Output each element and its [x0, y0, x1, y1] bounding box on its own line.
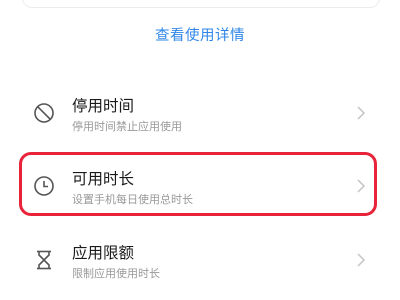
screen-time-limit-subtitle: 设置手机每日使用总时长 — [72, 193, 193, 206]
app-limits-title: 应用限额 — [72, 244, 135, 262]
list-item-downtime[interactable]: 停用时间 停用时间禁止应用使用 — [22, 85, 378, 141]
list-item-app-limits[interactable]: 应用限额 限制应用使用时长 — [22, 232, 378, 288]
chevron-right-icon — [356, 105, 366, 121]
top-card — [22, 0, 380, 8]
app-limits-subtitle: 限制应用使用时长 — [72, 267, 160, 280]
chevron-right-icon — [356, 178, 366, 194]
hourglass-icon — [32, 248, 56, 272]
downtime-subtitle: 停用时间禁止应用使用 — [72, 120, 182, 133]
chevron-right-icon — [356, 252, 366, 268]
block-icon — [32, 101, 56, 125]
list-item-screen-time-limit[interactable]: 可用时长 设置手机每日使用总时长 — [22, 158, 378, 214]
downtime-title: 停用时间 — [72, 97, 135, 115]
clock-icon — [32, 174, 56, 198]
view-usage-details-link[interactable]: 查看使用详情 — [0, 24, 400, 45]
screen-time-limit-title: 可用时长 — [72, 170, 135, 188]
